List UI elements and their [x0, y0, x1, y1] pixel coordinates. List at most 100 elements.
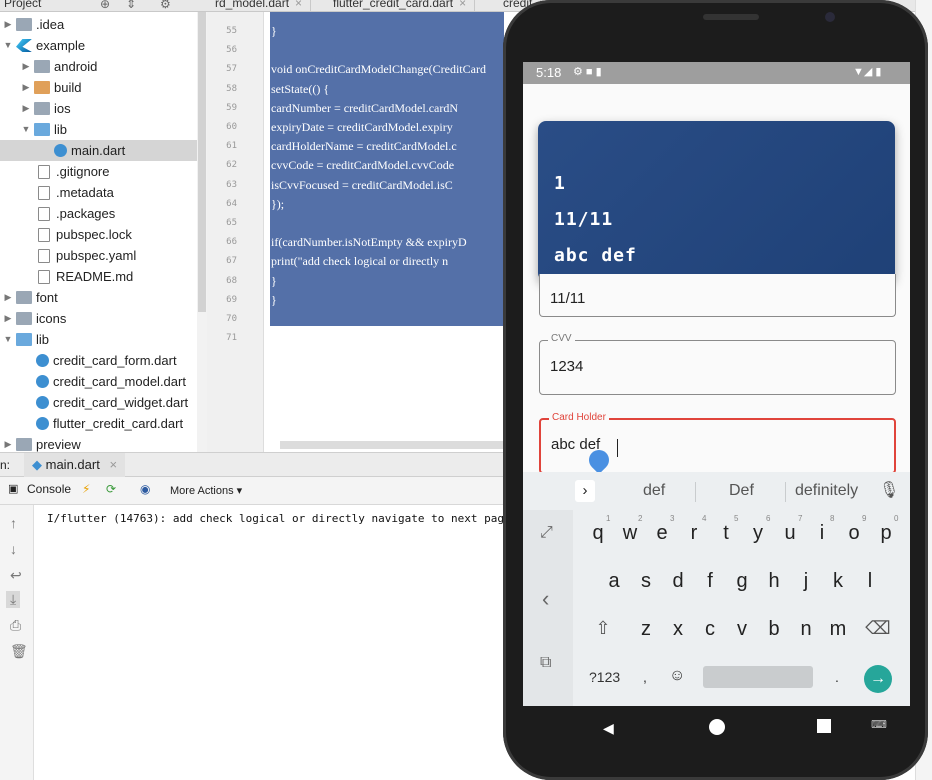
tree-item[interactable]: pubspec.lock: [34, 224, 132, 245]
key-o[interactable]: o: [839, 522, 869, 545]
chevron-down-icon[interactable]: ▼: [2, 329, 14, 350]
chevron-right-icon[interactable]: ▶: [2, 434, 14, 452]
enter-key-icon[interactable]: →: [864, 665, 892, 693]
key-m[interactable]: m: [823, 618, 853, 641]
tab-flutter-credit-card[interactable]: flutter_credit_card.dart ×: [325, 0, 476, 11]
tree-item[interactable]: ▶ android: [20, 56, 98, 77]
tree-item[interactable]: ▶ build: [20, 77, 82, 98]
home-icon[interactable]: [709, 719, 725, 735]
key-x[interactable]: x: [663, 618, 693, 641]
key-k[interactable]: k: [823, 570, 853, 593]
key-j[interactable]: j: [791, 570, 821, 593]
chevron-left-icon[interactable]: ‹: [542, 586, 549, 612]
microphone-icon[interactable]: 🎙: [879, 480, 899, 500]
print-icon[interactable]: ⎙: [10, 617, 21, 634]
arrow-down-icon[interactable]: ↓: [10, 541, 17, 557]
key-b[interactable]: b: [759, 618, 789, 641]
floating-keyboard-icon[interactable]: ⧉: [540, 654, 551, 672]
tree-item[interactable]: pubspec.yaml: [34, 245, 136, 266]
hot-reload-icon[interactable]: ⚡: [82, 482, 90, 496]
keyboard-switch-icon[interactable]: ⌨: [871, 718, 887, 731]
soft-wrap-icon[interactable]: ↩: [10, 567, 22, 584]
chevron-down-icon[interactable]: ▼: [20, 119, 32, 140]
recents-icon[interactable]: [817, 719, 831, 733]
cvv-field[interactable]: CVV 1234: [539, 333, 896, 395]
key-n[interactable]: n: [791, 618, 821, 641]
key-z[interactable]: z: [631, 618, 661, 641]
key-f[interactable]: f: [695, 570, 725, 593]
chevron-right-icon[interactable]: ▶: [20, 56, 32, 77]
key-v[interactable]: v: [727, 618, 757, 641]
symbols-key[interactable]: ?123: [589, 669, 620, 685]
hot-restart-icon[interactable]: ⟳: [106, 482, 116, 496]
tree-item[interactable]: ▼ example: [2, 35, 86, 56]
shift-icon[interactable]: ⇧: [588, 618, 618, 639]
devtools-icon[interactable]: ◉: [140, 482, 150, 496]
key-a[interactable]: a: [599, 570, 629, 593]
expiry-date-field[interactable]: 11/11: [539, 274, 896, 317]
key-y[interactable]: y: [743, 522, 773, 545]
close-icon[interactable]: ×: [109, 457, 117, 472]
key-h[interactable]: h: [759, 570, 789, 593]
key-l[interactable]: l: [855, 570, 885, 593]
collapse-icon[interactable]: ⇕: [126, 0, 136, 11]
period-key[interactable]: .: [835, 669, 839, 685]
console-tab[interactable]: Console: [27, 482, 71, 496]
key-g[interactable]: g: [727, 570, 757, 593]
key-t[interactable]: t: [711, 522, 741, 545]
chevron-right-icon[interactable]: ›: [575, 480, 595, 502]
editor-horizontal-scrollbar[interactable]: [280, 441, 504, 449]
key-p[interactable]: p: [871, 522, 901, 545]
close-icon[interactable]: ×: [295, 0, 302, 10]
suggestion-1[interactable]: def: [643, 482, 665, 500]
tree-item[interactable]: credit_card_model.dart: [34, 371, 186, 392]
tree-item[interactable]: ▶ icons: [2, 308, 67, 329]
suggestion-2[interactable]: Def: [729, 482, 754, 500]
chevron-right-icon[interactable]: ▶: [2, 14, 14, 35]
tree-item[interactable]: credit_card_form.dart: [34, 350, 177, 371]
tree-scrollbar-thumb[interactable]: [198, 12, 206, 312]
emoji-icon[interactable]: ☺: [669, 667, 685, 685]
space-key[interactable]: [703, 666, 813, 688]
key-q[interactable]: q: [583, 522, 613, 545]
tree-item[interactable]: ▶ .idea: [2, 14, 65, 35]
tree-item[interactable]: ▶ preview: [2, 434, 81, 452]
suggestion-3[interactable]: definitely: [795, 482, 858, 500]
key-w[interactable]: w: [615, 522, 645, 545]
chevron-right-icon[interactable]: ▶: [20, 77, 32, 98]
run-tab-main-dart[interactable]: ◆ main.dart ×: [24, 453, 126, 477]
console-output-area[interactable]: [34, 505, 510, 780]
tree-item[interactable]: .packages: [34, 203, 115, 224]
chevron-right-icon[interactable]: ▶: [2, 308, 14, 329]
add-icon[interactable]: ⊕: [100, 0, 110, 11]
scroll-to-end-icon[interactable]: ⤓: [6, 591, 21, 608]
tree-item[interactable]: README.md: [34, 266, 133, 287]
gear-icon[interactable]: ⚙: [160, 0, 171, 11]
back-icon[interactable]: ◀: [603, 720, 614, 737]
tree-item[interactable]: .metadata: [34, 182, 114, 203]
tree-item[interactable]: ▼ lib: [2, 329, 49, 350]
tree-item[interactable]: ▶ font: [2, 287, 58, 308]
key-s[interactable]: s: [631, 570, 661, 593]
key-d[interactable]: d: [663, 570, 693, 593]
close-icon[interactable]: ×: [459, 0, 466, 10]
tree-item[interactable]: flutter_credit_card.dart: [34, 413, 183, 434]
tree-item[interactable]: ▼ lib: [20, 119, 67, 140]
key-e[interactable]: e: [647, 522, 677, 545]
chevron-down-icon[interactable]: ▼: [2, 35, 14, 56]
backspace-icon[interactable]: ⌫: [863, 618, 893, 639]
key-r[interactable]: r: [679, 522, 709, 545]
trash-icon[interactable]: 🗑: [10, 643, 28, 660]
more-actions-button[interactable]: More Actions ▾: [170, 484, 242, 497]
tab-credit-card-model[interactable]: rd_model.dart ×: [207, 0, 312, 11]
tree-item[interactable]: credit_card_widget.dart: [34, 392, 188, 413]
tree-item[interactable]: ▶ ios: [20, 98, 71, 119]
tree-item[interactable]: .gitignore: [34, 161, 109, 182]
arrow-up-icon[interactable]: ↑: [10, 515, 17, 531]
chevron-right-icon[interactable]: ▶: [20, 98, 32, 119]
comma-key[interactable]: ,: [643, 669, 647, 685]
tree-item[interactable]: main.dart: [52, 140, 125, 161]
chevron-right-icon[interactable]: ▶: [2, 287, 14, 308]
key-c[interactable]: c: [695, 618, 725, 641]
key-u[interactable]: u: [775, 522, 805, 545]
